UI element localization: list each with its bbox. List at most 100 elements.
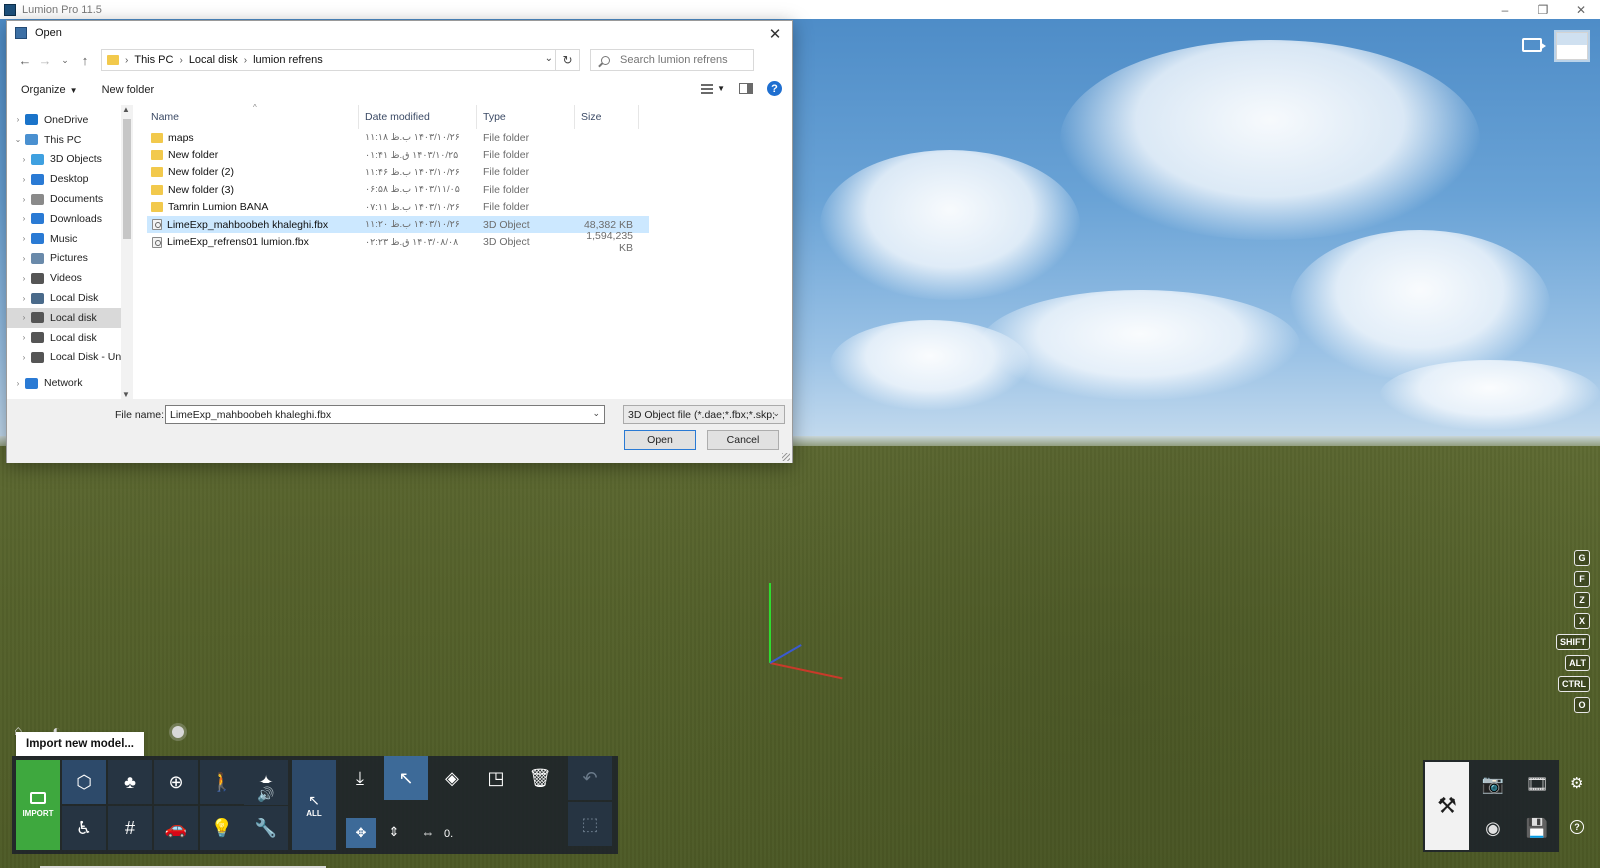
- lights-button[interactable]: 💡: [200, 806, 244, 850]
- chevron-right-icon[interactable]: ›: [17, 195, 31, 204]
- nav-item[interactable]: › Music: [7, 229, 133, 249]
- refresh-icon[interactable]: ↻: [555, 50, 579, 70]
- fence-button[interactable]: #: [108, 806, 152, 850]
- help-icon[interactable]: ?: [1570, 820, 1584, 834]
- sound-button[interactable]: 🔊: [244, 783, 288, 805]
- nav-item[interactable]: › Videos: [7, 268, 133, 288]
- scroll-thumb[interactable]: [123, 119, 131, 239]
- organize-button[interactable]: Organize ▼: [21, 84, 78, 96]
- nature-button[interactable]: ♣: [108, 760, 152, 804]
- chevron-right-icon[interactable]: ›: [17, 274, 31, 283]
- cancel-button[interactable]: Cancel: [707, 430, 779, 450]
- restore-button[interactable]: ❐: [1524, 0, 1562, 19]
- chevron-right-icon[interactable]: ›: [17, 313, 31, 322]
- camera-icon[interactable]: [1522, 38, 1546, 52]
- file-row[interactable]: LimeExp_refrens01 lumion.fbx ۱۴۰۳/۰۸/۰۸ ق…: [147, 230, 649, 254]
- file-row[interactable]: maps ۱۴۰۳/۱۰/۲۶ ب.ظ ۱۱:۱۸ File folder: [147, 129, 649, 146]
- panorama-mode-button[interactable]: ◉: [1471, 806, 1515, 850]
- value-readout[interactable]: 0.: [444, 828, 453, 840]
- move-button[interactable]: ✥: [346, 818, 376, 848]
- rotate-button[interactable]: ⇔: [416, 820, 440, 844]
- scale-button[interactable]: ◳: [474, 756, 518, 800]
- save-button[interactable]: 💾: [1515, 806, 1559, 850]
- select-tool-button[interactable]: ↖: [384, 756, 428, 800]
- select-all-button[interactable]: ↖ ALL: [292, 760, 336, 850]
- model-library-button[interactable]: ⬡: [62, 760, 106, 804]
- breadcrumb-this-pc[interactable]: This PC: [134, 54, 173, 66]
- transport-button[interactable]: 🚗: [154, 806, 198, 850]
- file-row[interactable]: New folder (3) ۱۴۰۳/۱۱/۰۵ ب.ظ ۰۶:۵۸ File f…: [147, 181, 649, 198]
- help-icon[interactable]: ?: [767, 81, 782, 96]
- box-select-button[interactable]: ⬚: [568, 802, 612, 846]
- nav-item[interactable]: › Local disk: [7, 307, 133, 328]
- change-view-button[interactable]: ▼: [701, 83, 725, 94]
- breadcrumb-current-folder[interactable]: lumion refrens: [253, 54, 323, 66]
- chevron-down-icon[interactable]: ⌄: [11, 135, 25, 144]
- indoor-button[interactable]: ♿: [62, 806, 106, 850]
- people-button[interactable]: 🚶: [200, 760, 244, 804]
- preview-pane-icon[interactable]: [739, 83, 753, 94]
- camera-preview-thumbnail[interactable]: [1556, 32, 1588, 60]
- address-bar[interactable]: › This PC › Local disk › lumion refrens …: [101, 49, 580, 71]
- breadcrumb-local-disk[interactable]: Local disk: [189, 54, 238, 66]
- chevron-right-icon[interactable]: ›: [17, 175, 31, 184]
- nav-item[interactable]: › Local disk: [7, 328, 133, 348]
- minimize-button[interactable]: –: [1486, 0, 1524, 19]
- build-mode-button[interactable]: ⚒: [1425, 762, 1469, 850]
- scroll-up-icon[interactable]: ▲: [122, 105, 130, 114]
- chevron-right-icon[interactable]: ›: [17, 234, 31, 243]
- chevron-down-icon[interactable]: ⌄: [545, 53, 553, 64]
- nav-item[interactable]: › Downloads: [7, 209, 133, 229]
- up-arrow-icon[interactable]: ↑: [75, 53, 95, 68]
- add-tree-button[interactable]: ⊕: [154, 760, 198, 804]
- search-box[interactable]: [590, 49, 754, 71]
- delete-button[interactable]: 🗑: [518, 756, 562, 800]
- utilities-button[interactable]: 🔧: [244, 806, 288, 850]
- back-arrow-icon[interactable]: ←: [15, 53, 35, 68]
- chevron-right-icon[interactable]: ›: [11, 115, 25, 124]
- close-button[interactable]: ✕: [1562, 0, 1600, 19]
- search-input[interactable]: [620, 54, 750, 66]
- nav-item[interactable]: › Network: [7, 373, 133, 393]
- file-row[interactable]: New folder (2) ۱۴۰۳/۱۰/۲۶ ب.ظ ۱۱:۴۶ File f…: [147, 164, 649, 181]
- file-row[interactable]: New folder ۱۴۰۳/۱۰/۲۵ ق.ظ ۰۱:۴۱ File folde…: [147, 146, 649, 163]
- nav-item[interactable]: › OneDrive: [7, 110, 133, 130]
- column-type[interactable]: Type: [477, 105, 575, 129]
- file-row[interactable]: LimeExp_mahboobeh khaleghi.fbx ۱۴۰۳/۱۰/۲۶…: [147, 215, 649, 234]
- chevron-right-icon[interactable]: ›: [17, 155, 31, 164]
- recent-locations-icon[interactable]: ⌄: [55, 55, 75, 66]
- scroll-down-icon[interactable]: ▼: [122, 390, 130, 399]
- place-on-ground-button[interactable]: ⤓: [338, 756, 382, 800]
- column-date-modified[interactable]: Date modified: [359, 105, 477, 129]
- nav-item[interactable]: › Local Disk: [7, 288, 133, 308]
- import-button[interactable]: IMPORT: [16, 760, 60, 850]
- chevron-right-icon[interactable]: ›: [17, 214, 31, 223]
- chevron-right-icon[interactable]: ›: [11, 379, 25, 388]
- photo-mode-button[interactable]: 📷: [1471, 762, 1515, 806]
- file-type-select[interactable]: 3D Object file (*.dae;*.fbx;*.skp; ⌄: [623, 405, 785, 424]
- open-button[interactable]: Open: [624, 430, 696, 450]
- undo-button[interactable]: ↶: [568, 756, 612, 800]
- chevron-right-icon[interactable]: ›: [17, 333, 31, 342]
- file-name-input[interactable]: LimeExp_mahboobeh khaleghi.fbx ⌄: [165, 405, 605, 424]
- chevron-down-icon[interactable]: ⌄: [772, 408, 780, 419]
- nav-item[interactable]: ⌄ This PC: [7, 130, 133, 150]
- chevron-right-icon[interactable]: ›: [17, 254, 31, 263]
- chevron-right-icon[interactable]: ›: [17, 353, 31, 362]
- movie-mode-button[interactable]: 🎞: [1515, 762, 1559, 806]
- forward-arrow-icon[interactable]: →: [35, 53, 55, 68]
- resize-grip[interactable]: [782, 453, 790, 461]
- chevron-right-icon[interactable]: ›: [17, 294, 31, 303]
- gear-icon[interactable]: ⚙: [1570, 774, 1583, 792]
- nav-item[interactable]: › 3D Objects: [7, 150, 133, 170]
- nav-scrollbar[interactable]: ▲ ▼: [121, 105, 133, 399]
- focus-button[interactable]: ◈: [430, 756, 474, 800]
- nav-item[interactable]: › Desktop: [7, 169, 133, 189]
- nav-item[interactable]: › Documents: [7, 189, 133, 209]
- column-size[interactable]: Size: [575, 105, 639, 129]
- height-button[interactable]: ⇕: [382, 820, 406, 844]
- file-row[interactable]: Tamrin Lumion BANA ۱۴۰۳/۱۰/۲۶ ب.ظ ۰۷:۱۱ Fi…: [147, 199, 649, 216]
- chevron-down-icon[interactable]: ⌄: [592, 408, 600, 419]
- new-folder-button[interactable]: New folder: [102, 84, 155, 96]
- nav-item[interactable]: › Pictures: [7, 249, 133, 269]
